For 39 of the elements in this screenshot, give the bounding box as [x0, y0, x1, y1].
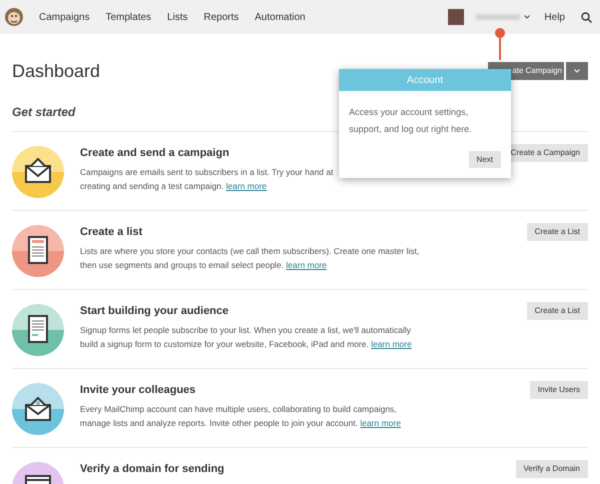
task-description: Signup forms let people subscribe to your list. When you create a list, we'll automatically [80, 325, 411, 335]
task-description: manage lists and analyze reports. Invite other people to join your account. [80, 418, 358, 428]
task-button[interactable]: Create a List [526, 223, 588, 241]
task-description: build a signup form to customize for your website, Facebook, iPad and more. [80, 339, 369, 349]
task-title: Create a list [80, 225, 142, 239]
chevron-down-icon [574, 69, 580, 73]
invite-illustration-icon [12, 383, 64, 435]
chevron-down-icon[interactable] [524, 15, 530, 19]
form-illustration-icon [12, 304, 64, 356]
list-illustration-icon [12, 225, 64, 277]
task-title: Start building your audience [80, 304, 229, 318]
task-button[interactable]: Verify a Domain [516, 460, 588, 478]
next-button[interactable]: Next [468, 151, 501, 168]
help-link[interactable]: Help [544, 10, 565, 24]
nav-link[interactable]: Reports [204, 10, 239, 24]
avatar-placeholder[interactable] [448, 9, 464, 25]
task-description: creating and sending a test campaign. [80, 181, 224, 191]
task-title: Invite your colleagues [80, 383, 196, 397]
monkey-logo-icon[interactable] [4, 7, 24, 27]
popover-title: Account [339, 69, 511, 91]
task-description: Every MailChimp account can have multiple users, collaborating to build campaigns, [80, 404, 397, 414]
search-icon[interactable] [581, 12, 592, 22]
learn-more-link[interactable]: learn more [226, 181, 267, 191]
learn-more-link[interactable]: learn more [360, 418, 401, 428]
nav-link[interactable]: Templates [106, 10, 152, 24]
envelope-illustration-icon [12, 146, 64, 198]
nav-link[interactable]: Lists [167, 10, 188, 24]
page-title: Dashboard [12, 60, 100, 82]
task-title: Create and send a campaign [80, 146, 230, 160]
task-description: Lists are where you store your contacts (we call them subscribers). Create one master list, [80, 246, 420, 256]
task-description: then use segments and groups to email select people. [80, 260, 284, 270]
task-button[interactable]: Create a List [526, 302, 588, 320]
learn-more-link[interactable]: learn more [286, 260, 327, 270]
task-button[interactable]: Invite Users [530, 381, 588, 399]
task-title: Verify a domain for sending [80, 462, 224, 476]
learn-more-link[interactable]: learn more [371, 339, 412, 349]
task-description: Campaigns are emails sent to subscribers in a list. Try your hand at [80, 167, 334, 177]
nav-link[interactable]: Campaigns [39, 10, 90, 24]
nav-link[interactable]: Automation [254, 10, 306, 24]
